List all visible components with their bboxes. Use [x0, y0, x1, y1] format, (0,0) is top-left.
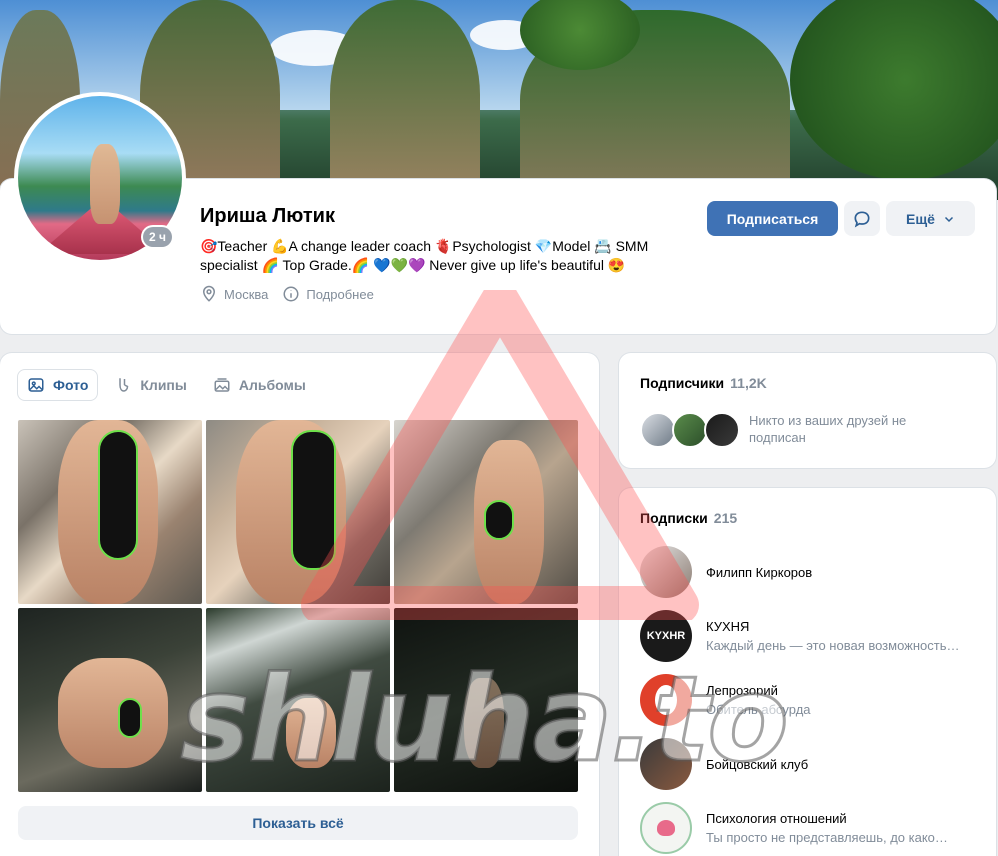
photo-thumbnail[interactable] [394, 608, 578, 792]
photo-thumbnail[interactable] [394, 420, 578, 604]
list-item[interactable]: Филипп Киркоров [640, 546, 980, 598]
profile-status: 🎯Teacher 💪A change leader coach 🫀Psychol… [200, 238, 649, 273]
avatar [640, 738, 692, 790]
list-item[interactable]: Бойцовский клуб [640, 738, 980, 790]
avatar: KYXHR [640, 610, 692, 662]
chevron-down-icon [944, 216, 953, 222]
avatar [640, 802, 692, 854]
details-label: Подробнее [306, 286, 374, 302]
photo-thumbnail[interactable] [18, 420, 202, 604]
photos-section: Фото Клипы Альбомы Показать всё [0, 353, 599, 856]
last-seen-badge: 2 ч [141, 225, 174, 249]
list-item[interactable]: KYXHR КУХНЯ Каждый день — это новая возмо… [640, 610, 980, 662]
city-item[interactable]: Москва [200, 285, 268, 303]
message-icon [854, 210, 870, 227]
message-button[interactable] [844, 201, 880, 236]
photo-icon [28, 378, 44, 392]
more-label: Ещё [906, 210, 935, 227]
followers-note: Никто из ваших друзей не подписан [749, 413, 907, 445]
subscriptions-count: 215 [713, 510, 738, 526]
location-icon [202, 285, 216, 302]
photo-thumbnail[interactable] [206, 608, 390, 792]
list-item[interactable]: Психология отношений Ты просто не предста… [640, 802, 980, 854]
followers-section: Подписчики 11,2K Никто из ваших друзей не… [619, 353, 996, 468]
avatar [640, 412, 676, 448]
subscriptions-section: Подписки 215 Филипп Киркоров KYXHR КУХНЯ К… [619, 488, 996, 856]
show-all-button[interactable]: Показать всё [18, 806, 578, 840]
tab-albums[interactable]: Альбомы [203, 369, 316, 401]
avatar [640, 546, 692, 598]
tab-photos[interactable]: Фото [17, 369, 99, 401]
followers-count: 11,2K [730, 375, 767, 391]
profile-meta: Москва Подробнее [200, 285, 374, 303]
subscribe-button[interactable]: Подписаться [707, 201, 838, 236]
followers-avatars[interactable] [640, 412, 740, 448]
media-tabs: Фото Клипы Альбомы [17, 369, 316, 401]
avatar [640, 674, 692, 726]
photo-thumbnail[interactable] [18, 608, 202, 792]
avatar [704, 412, 740, 448]
info-icon [283, 286, 299, 302]
details-link[interactable]: Подробнее [282, 285, 374, 303]
subscriptions-title[interactable]: Подписки 215 [640, 510, 737, 526]
photo-thumbnail[interactable] [206, 420, 390, 604]
albums-icon [214, 378, 230, 392]
list-item[interactable]: Лепрозорий Обитель абсурда [640, 674, 980, 726]
avatar [672, 412, 708, 448]
photo-grid [18, 420, 578, 792]
followers-title[interactable]: Подписчики 11,2K [640, 375, 767, 391]
clips-icon [119, 378, 129, 392]
tab-clips[interactable]: Клипы [104, 369, 196, 401]
city-label: Москва [224, 286, 269, 302]
more-button[interactable]: Ещё [886, 201, 975, 236]
profile-name: Ириша Лютик [200, 205, 335, 227]
